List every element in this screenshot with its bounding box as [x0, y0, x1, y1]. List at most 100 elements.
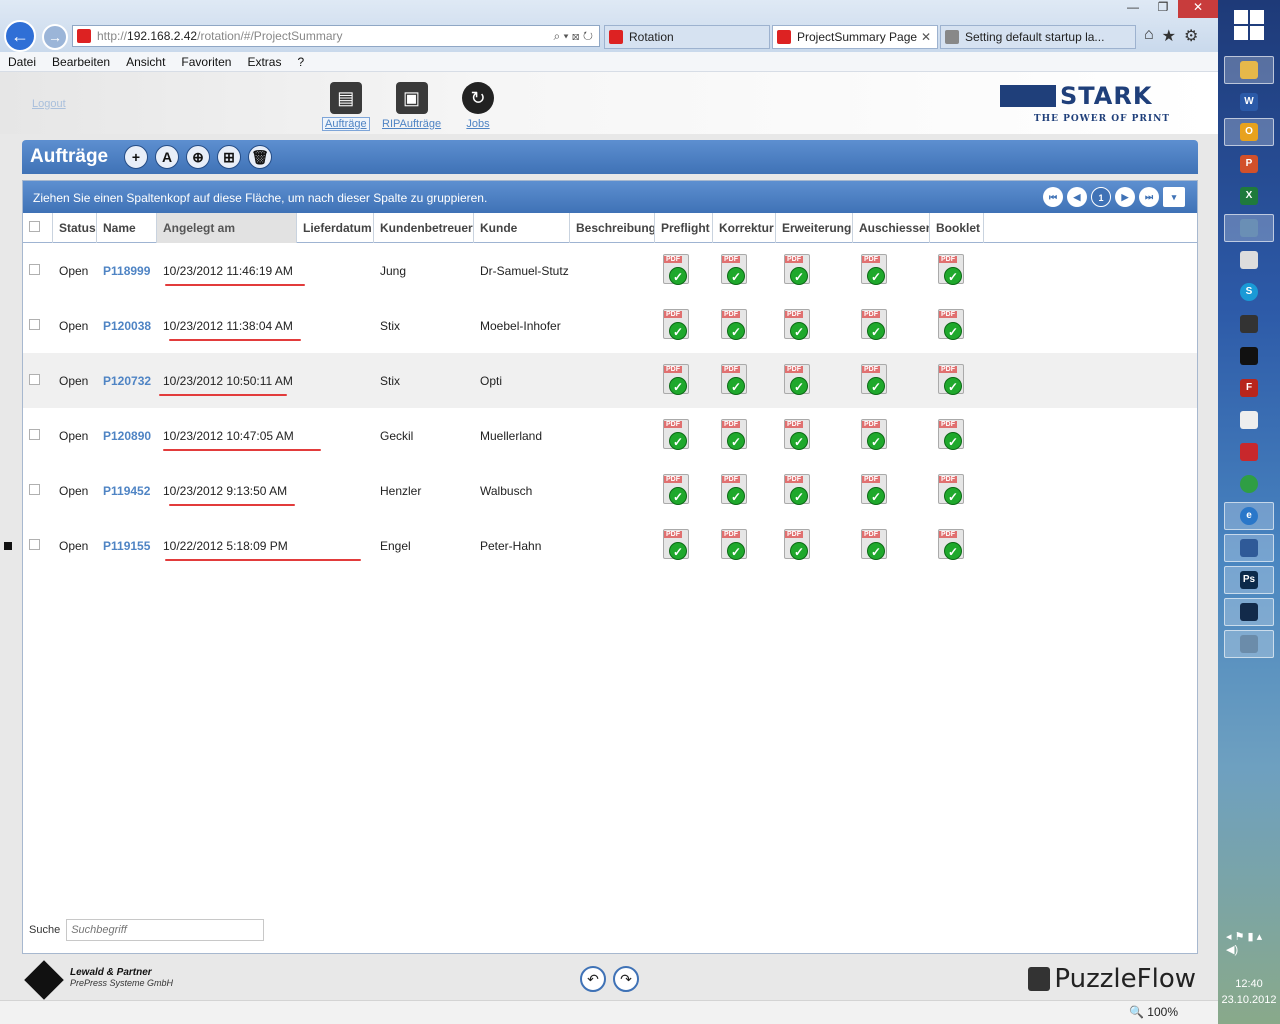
pdf-ok-icon[interactable]: PDF ✓ [661, 253, 695, 288]
col-auschiessen[interactable]: Auschiessen [853, 213, 930, 243]
row-checkbox[interactable] [29, 428, 40, 440]
pdf-ok-icon[interactable]: PDF ✓ [936, 308, 970, 343]
archive-tool-button[interactable]: ⊞ [217, 145, 241, 169]
pdf-ok-icon[interactable]: PDF ✓ [719, 418, 753, 453]
pdf-ok-icon[interactable]: PDF ✓ [719, 473, 753, 508]
pdf-ok-icon[interactable]: PDF ✓ [859, 253, 893, 288]
table-row[interactable]: Open P119452 10/23/2012 9:13:50 AM Henzler W… [23, 463, 1197, 518]
pager-last-button[interactable]: ⏭ [1139, 187, 1159, 207]
pager-next-button[interactable]: ▶ [1115, 187, 1135, 207]
pdf-ok-icon[interactable]: PDF ✓ [936, 418, 970, 453]
taskbar-explorer[interactable] [1224, 56, 1274, 84]
taskbar-chrome[interactable] [1224, 470, 1274, 498]
pager-page-1[interactable]: 1 [1091, 187, 1111, 207]
tab-setting-default[interactable]: Setting default startup la... [940, 25, 1136, 49]
menu-extras[interactable]: Extras [239, 55, 289, 69]
order-name-link[interactable]: P119452 [97, 484, 157, 498]
url-text[interactable]: http://192.168.2.42/rotation/#/ProjectSu… [97, 29, 343, 43]
pdf-ok-icon[interactable]: PDF ✓ [936, 473, 970, 508]
pdf-ok-icon[interactable]: PDF ✓ [859, 308, 893, 343]
pdf-ok-icon[interactable]: PDF ✓ [936, 363, 970, 398]
menu-favoriten[interactable]: Favoriten [173, 55, 239, 69]
col-kunde[interactable]: Kunde [474, 213, 570, 243]
pdf-ok-icon[interactable]: PDF ✓ [661, 418, 695, 453]
taskbar-network[interactable] [1224, 214, 1274, 242]
taskbar-outlook[interactable]: O [1224, 118, 1274, 146]
order-name-link[interactable]: P119155 [97, 539, 157, 553]
col-name[interactable]: Name [97, 213, 157, 243]
table-row[interactable]: Open P120890 10/23/2012 10:47:05 AM Geckil M… [23, 408, 1197, 463]
undo-button[interactable]: ↶ [580, 966, 606, 992]
col-lieferdatum[interactable]: Lieferdatum [297, 213, 374, 243]
row-checkbox[interactable] [29, 483, 40, 495]
col-booklet[interactable]: Booklet [930, 213, 984, 243]
group-drop-area[interactable]: Ziehen Sie einen Spaltenkopf auf diese F… [23, 181, 1197, 213]
taskbar-wifi-app[interactable] [1224, 534, 1274, 562]
address-bar[interactable]: http://192.168.2.42/rotation/#/ProjectSu… [72, 25, 600, 47]
delete-order-button[interactable]: 🗑 [248, 145, 272, 169]
order-name-link[interactable]: P118999 [97, 264, 157, 278]
tab-projectsummary[interactable]: ProjectSummary Page ✕ [772, 25, 938, 49]
system-clock[interactable]: 12:40 23.10.2012 [1218, 976, 1280, 1008]
taskbar-filezilla[interactable]: F [1224, 374, 1274, 402]
pdf-ok-icon[interactable]: PDF ✓ [782, 473, 816, 508]
col-angelegt-am[interactable]: Angelegt am [157, 213, 297, 243]
pdf-ok-icon[interactable]: PDF ✓ [782, 418, 816, 453]
taskbar-photoshop[interactable]: Ps [1224, 566, 1274, 594]
nav-ripauftraege[interactable]: ▣ RIPAufträge [382, 82, 441, 130]
menu-datei[interactable]: Datei [0, 55, 44, 69]
taskbar-ie[interactable]: e [1224, 502, 1274, 530]
pager-menu-button[interactable]: ▾ [1163, 187, 1185, 207]
pdf-ok-icon[interactable]: PDF ✓ [661, 473, 695, 508]
pdf-ok-icon[interactable]: PDF ✓ [859, 418, 893, 453]
add-order-button[interactable]: + [124, 145, 148, 169]
taskbar-excel[interactable]: X [1224, 182, 1274, 210]
table-row[interactable]: Open P119155 10/22/2012 5:18:09 PM Engel Pet… [23, 518, 1197, 573]
pdf-ok-icon[interactable]: PDF ✓ [661, 363, 695, 398]
windows-start-icon[interactable] [1234, 10, 1264, 40]
close-window-button[interactable]: ✕ [1178, 0, 1218, 18]
tab-rotation[interactable]: Rotation [604, 25, 770, 49]
pdf-ok-icon[interactable]: PDF ✓ [719, 363, 753, 398]
taskbar-word[interactable]: W [1224, 88, 1274, 116]
favorites-star-icon[interactable]: ★ [1162, 26, 1176, 46]
col-erweiterung[interactable]: Erweiterung [776, 213, 853, 243]
taskbar-monitor[interactable] [1224, 630, 1274, 658]
order-name-link[interactable]: P120890 [97, 429, 157, 443]
taskbar-notes[interactable] [1224, 406, 1274, 434]
table-row[interactable]: Open P120038 10/23/2012 11:38:04 AM Stix Moe… [23, 298, 1197, 353]
pdf-ok-icon[interactable]: PDF ✓ [782, 528, 816, 563]
table-row[interactable]: Open P118999 10/23/2012 11:46:19 AM Jung Dr-… [23, 243, 1197, 298]
menu-ansicht[interactable]: Ansicht [118, 55, 173, 69]
address-tools-icon[interactable]: ⌕ ▾ ⊠ ↻ [553, 29, 593, 44]
logout-link[interactable]: Logout [32, 98, 66, 110]
pager-prev-button[interactable]: ◀ [1067, 187, 1087, 207]
pdf-ok-icon[interactable]: PDF ✓ [936, 528, 970, 563]
back-button[interactable]: ← [4, 20, 36, 52]
col-korrektur[interactable]: Korrektur [713, 213, 776, 243]
pdf-ok-icon[interactable]: PDF ✓ [719, 308, 753, 343]
maximize-button[interactable]: ❐ [1148, 0, 1178, 18]
table-row[interactable]: Open P120732 10/23/2012 10:50:11 AM Stix Opt… [23, 353, 1197, 408]
col-kundenbetreuer[interactable]: Kundenbetreuer [374, 213, 474, 243]
taskbar-doc[interactable] [1224, 246, 1274, 274]
col-beschreibung[interactable]: Beschreibung [570, 213, 655, 243]
close-tab-icon[interactable]: ✕ [921, 30, 931, 44]
menu-help[interactable]: ? [289, 55, 312, 69]
taskbar-wireless[interactable] [1224, 598, 1274, 626]
row-checkbox[interactable] [29, 538, 40, 550]
pdf-ok-icon[interactable]: PDF ✓ [719, 528, 753, 563]
search-input[interactable] [66, 919, 265, 941]
pdf-ok-icon[interactable]: PDF ✓ [859, 473, 893, 508]
taskbar-traffic[interactable] [1224, 310, 1274, 338]
taskbar-skype[interactable]: S [1224, 278, 1274, 306]
pdf-ok-icon[interactable]: PDF ✓ [661, 308, 695, 343]
pdf-ok-icon[interactable]: PDF ✓ [859, 363, 893, 398]
globe-tool-button[interactable]: ⊕ [186, 145, 210, 169]
pager-first-button[interactable]: ⏮ [1043, 187, 1063, 207]
order-name-link[interactable]: P120732 [97, 374, 157, 388]
pdf-ok-icon[interactable]: PDF ✓ [782, 308, 816, 343]
pdf-ok-icon[interactable]: PDF ✓ [936, 253, 970, 288]
nav-jobs[interactable]: ↻ Jobs [462, 82, 494, 130]
pdf-ok-icon[interactable]: PDF ✓ [719, 253, 753, 288]
